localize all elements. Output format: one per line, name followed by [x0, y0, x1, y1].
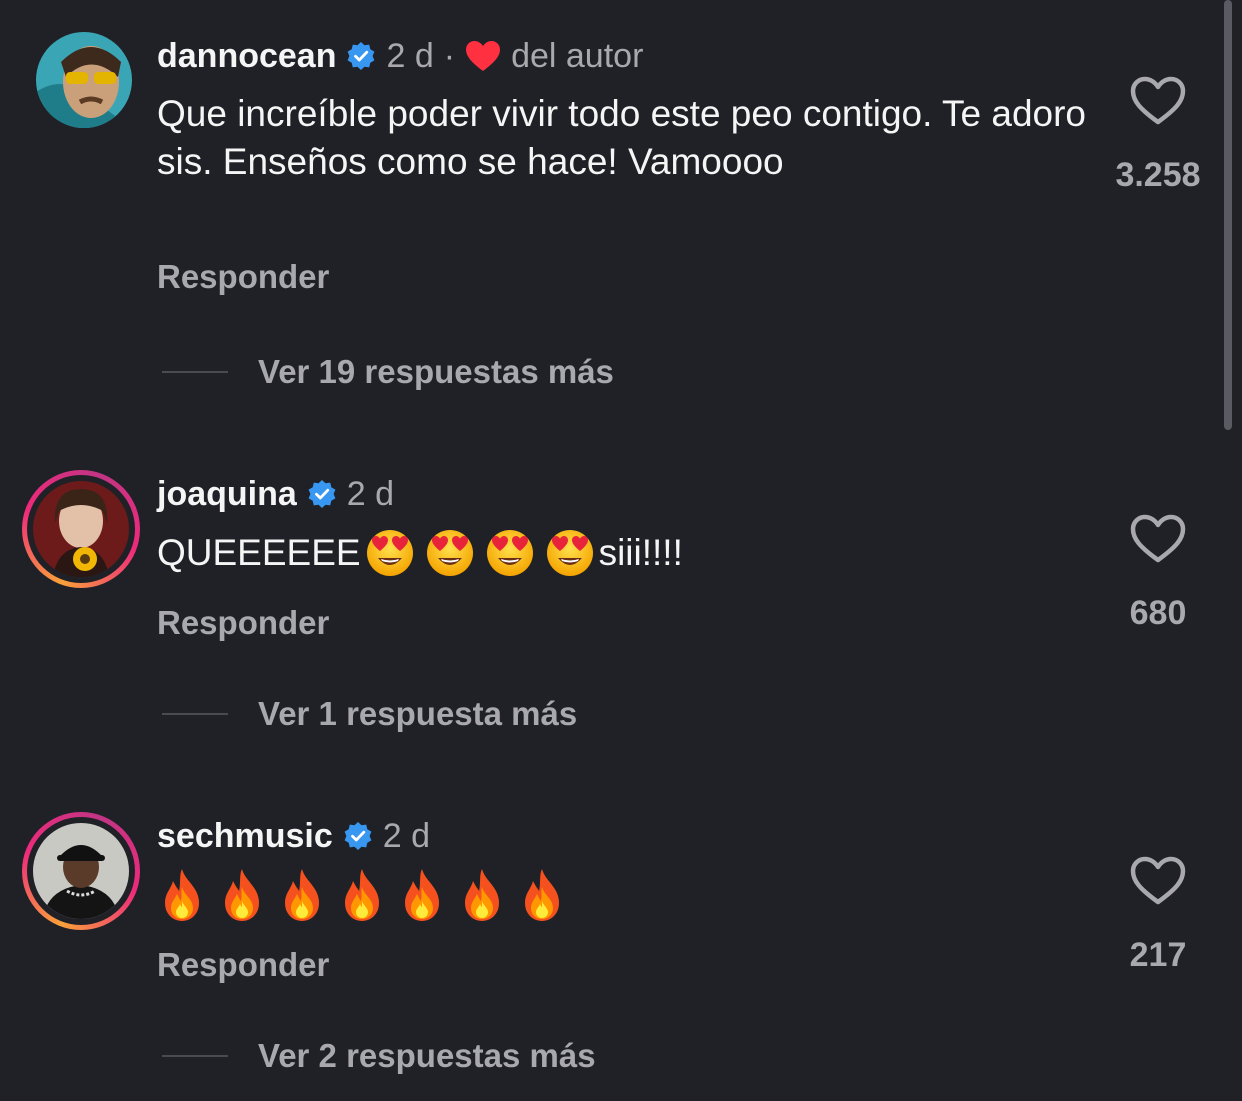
emoji-group — [157, 867, 567, 923]
comment-time: 2 d — [386, 36, 434, 75]
view-replies-button[interactable]: Ver 2 respuestas más — [162, 1036, 596, 1076]
view-replies-label: Ver 2 respuestas más — [258, 1037, 596, 1074]
scrollbar[interactable] — [1224, 0, 1232, 430]
replies-divider — [162, 713, 228, 715]
verified-badge-icon — [344, 822, 372, 850]
author-liked-heart-icon — [466, 41, 501, 71]
comment-time: 2 d — [382, 816, 431, 855]
verified-badge-icon — [308, 480, 336, 508]
like-heart-icon[interactable] — [1130, 856, 1186, 906]
comment-header: joaquina 2 d — [157, 472, 394, 516]
fire-emoji — [525, 869, 559, 921]
avatar[interactable] — [36, 32, 132, 128]
avatar[interactable] — [33, 481, 129, 577]
verified-badge-icon — [348, 42, 375, 70]
comment-text-suffix: siii!!!! — [598, 532, 683, 573]
view-replies-label: Ver 19 respuestas más — [258, 353, 614, 390]
story-ring[interactable] — [22, 812, 140, 930]
like-heart-icon[interactable] — [1130, 76, 1186, 126]
like-count: 217 — [1129, 936, 1187, 974]
story-ring[interactable] — [22, 470, 140, 588]
reply-button[interactable]: Responder — [157, 604, 329, 642]
heart-eyes-emoji — [546, 530, 593, 576]
fire-emoji — [285, 869, 319, 921]
like-count: 680 — [1129, 594, 1187, 632]
comment-time: 2 d — [346, 474, 395, 513]
username[interactable]: sechmusic — [157, 817, 333, 856]
comment-text: QUEEEEEE siii!!!! — [157, 526, 1087, 580]
comment-text — [157, 866, 1087, 924]
comments-panel: dannocean 2 d · del autor Que increíble … — [0, 0, 1242, 1101]
comment-header: dannocean 2 d · del autor — [157, 34, 643, 78]
fire-emoji — [165, 869, 199, 921]
replies-divider — [162, 1055, 228, 1057]
emoji-group — [365, 528, 595, 578]
reply-button[interactable]: Responder — [157, 946, 329, 984]
reply-button[interactable]: Responder — [157, 258, 329, 296]
username[interactable]: joaquina — [157, 475, 297, 514]
fire-emoji — [405, 869, 439, 921]
view-replies-label: Ver 1 respuesta más — [258, 695, 578, 732]
heart-eyes-emoji — [426, 530, 473, 576]
replies-divider — [162, 371, 228, 373]
like-heart-icon[interactable] — [1130, 514, 1186, 564]
like-count: 3.258 — [1115, 156, 1201, 194]
view-replies-button[interactable]: Ver 1 respuesta más — [162, 694, 577, 734]
view-replies-button[interactable]: Ver 19 respuestas más — [162, 352, 614, 392]
heart-eyes-emoji — [366, 530, 413, 576]
comment-header: sechmusic 2 d — [157, 814, 430, 858]
separator: · — [443, 36, 456, 75]
avatar[interactable] — [33, 823, 129, 919]
comment-text-prefix: QUEEEEEE — [157, 532, 361, 573]
comment-text: Que increíble poder vivir todo este peo … — [157, 93, 1087, 182]
fire-emoji — [345, 869, 379, 921]
heart-eyes-emoji — [486, 530, 533, 576]
fire-emoji — [465, 869, 499, 921]
fire-emoji — [225, 869, 259, 921]
author-liked-label: del autor — [511, 36, 644, 75]
username[interactable]: dannocean — [157, 37, 336, 76]
